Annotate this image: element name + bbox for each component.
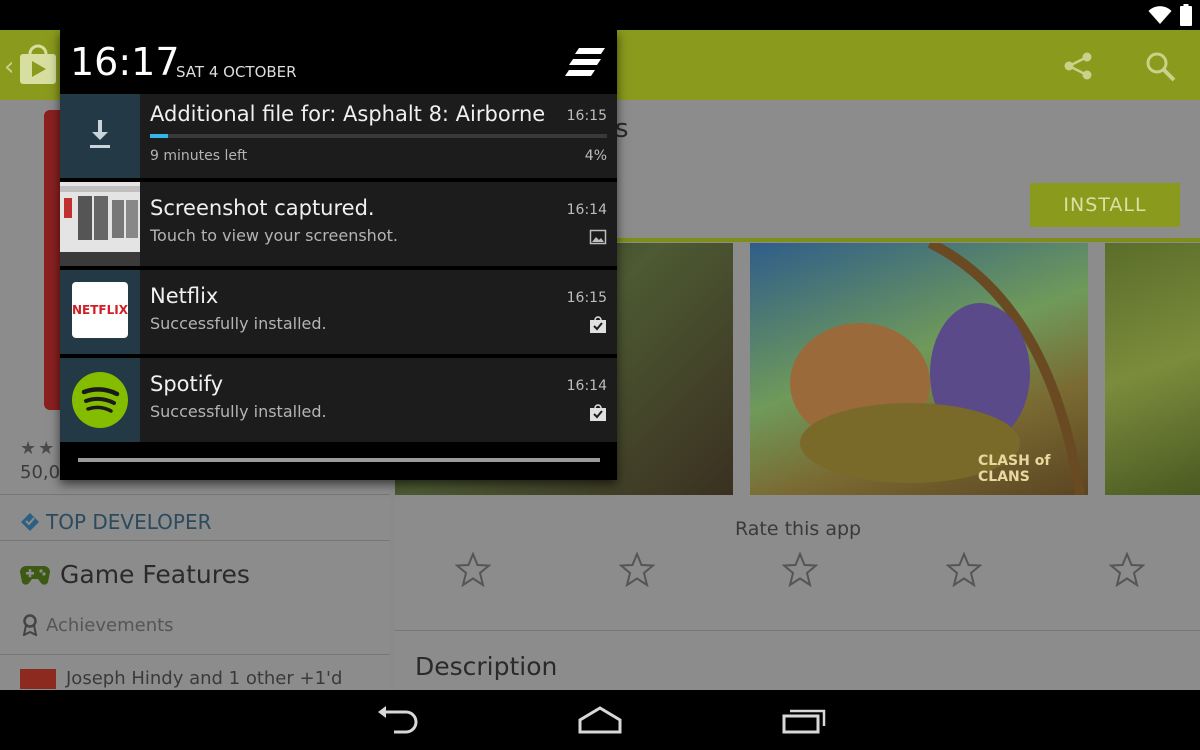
plus-one-row: Joseph Hindy and 1 other +1'd <box>20 668 342 689</box>
download-percent: 4% <box>584 148 607 164</box>
wifi-icon <box>1148 6 1172 24</box>
download-progress-bar <box>150 134 607 138</box>
top-developer-badge: TOP DEVELOPER <box>20 510 212 534</box>
divider <box>0 654 390 655</box>
notification-title: Netflix <box>150 284 219 308</box>
shade-drag-handle[interactable] <box>78 458 600 462</box>
navigation-bar <box>0 690 1200 750</box>
spotify-logo <box>72 372 128 428</box>
rate-app-label: Rate this app <box>735 518 862 540</box>
app-title: s <box>615 114 629 144</box>
notification-title: Screenshot captured. <box>150 196 375 220</box>
clock: 16:17 <box>70 40 180 84</box>
shade-header: 16:17 SAT 4 OCTOBER <box>60 30 617 94</box>
google-plus-one-icon <box>20 668 56 689</box>
screenshot-thumbnail <box>60 182 140 266</box>
notification-time: 16:14 <box>566 202 607 218</box>
play-store-logo-icon[interactable] <box>18 44 58 86</box>
top-developer-icon <box>21 513 39 531</box>
app-screenshot[interactable]: CLASH of CLANS <box>750 243 1088 495</box>
notification-title: Spotify <box>150 372 224 396</box>
install-button[interactable]: INSTALL <box>1030 183 1180 227</box>
star-outline-icon[interactable] <box>945 552 982 588</box>
achievements-label: Achievements <box>46 614 174 636</box>
shopping-bag-check-icon <box>590 404 606 421</box>
notification-download[interactable]: Additional file for: Asphalt 8: Airborne… <box>60 94 617 178</box>
download-progress-fill <box>150 134 169 138</box>
notification-spotify[interactable]: Spotify 16:14 Successfully installed. <box>60 358 617 442</box>
date: SAT 4 OCTOBER <box>176 63 297 81</box>
achievement-ribbon-icon <box>22 614 38 636</box>
notification-time: 16:15 <box>566 108 607 124</box>
notification-icon <box>60 94 140 178</box>
notification-netflix[interactable]: NETFLIX Netflix 16:15 Successfully insta… <box>60 270 617 354</box>
notification-subtitle: Successfully installed. <box>150 402 327 421</box>
recent-apps-icon[interactable] <box>780 704 828 736</box>
share-icon[interactable] <box>1062 50 1094 82</box>
rate-stars-row <box>455 552 1145 588</box>
download-icon <box>90 120 110 148</box>
shopping-bag-check-icon <box>590 316 606 333</box>
clash-logo-text: CLASH of CLANS <box>978 453 1051 485</box>
netflix-logo: NETFLIX <box>72 282 128 338</box>
divider <box>395 630 1200 631</box>
rating-stars: ★★ <box>20 438 57 459</box>
star-outline-icon[interactable] <box>455 552 491 588</box>
notification-icon: NETFLIX <box>60 270 140 354</box>
status-bar <box>0 0 1200 30</box>
home-icon[interactable] <box>576 704 624 736</box>
description-heading: Description <box>415 652 558 681</box>
game-features-label: Game Features <box>60 560 250 589</box>
star-outline-icon[interactable] <box>1109 552 1145 588</box>
notification-subtitle: Successfully installed. <box>150 314 327 333</box>
divider <box>0 540 390 541</box>
downloads-count: 50,0 <box>20 462 61 483</box>
app-screenshot[interactable] <box>1105 243 1200 495</box>
search-icon[interactable] <box>1144 50 1176 82</box>
top-developer-label: TOP DEVELOPER <box>46 510 212 534</box>
notification-title: Additional file for: Asphalt 8: Airborne <box>150 102 546 126</box>
notification-subtitle: 9 minutes left <box>150 148 248 164</box>
screenshot-thumbnail-image <box>60 182 140 266</box>
star-outline-icon[interactable] <box>618 552 655 588</box>
battery-icon <box>1180 4 1192 26</box>
plus-one-text: Joseph Hindy and 1 other +1'd <box>66 668 343 689</box>
quick-settings-icon[interactable] <box>565 46 605 80</box>
notification-time: 16:14 <box>566 378 607 394</box>
notification-subtitle: Touch to view your screenshot. <box>150 226 398 245</box>
star-outline-icon[interactable] <box>782 552 818 588</box>
divider <box>0 494 390 495</box>
back-icon[interactable] <box>374 704 422 736</box>
notification-time: 16:15 <box>566 290 607 306</box>
game-features-header: Game Features <box>20 560 250 589</box>
up-chevron-icon[interactable]: ‹ <box>4 52 14 82</box>
image-icon <box>589 229 607 245</box>
achievements-row[interactable]: Achievements <box>22 614 174 636</box>
notification-shade: 16:17 SAT 4 OCTOBER Additional file for:… <box>60 30 617 480</box>
notification-screenshot[interactable]: Screenshot captured. 16:14 Touch to view… <box>60 182 617 266</box>
netflix-logo-text: NETFLIX <box>72 303 128 317</box>
gamepad-icon <box>20 565 50 585</box>
notification-icon <box>60 358 140 442</box>
